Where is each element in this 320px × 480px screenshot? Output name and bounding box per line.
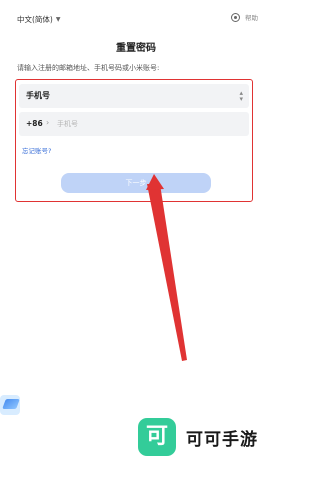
watermark-name: 可可手游 xyxy=(186,429,258,450)
annotation-arrow xyxy=(146,174,187,361)
watermark-logo: 可 xyxy=(138,418,176,456)
watermark: 可 可可手游 xyxy=(138,418,258,456)
floating-tool-icon[interactable] xyxy=(0,395,20,415)
arrow-shaft xyxy=(147,184,187,361)
arrow-head xyxy=(146,174,164,190)
